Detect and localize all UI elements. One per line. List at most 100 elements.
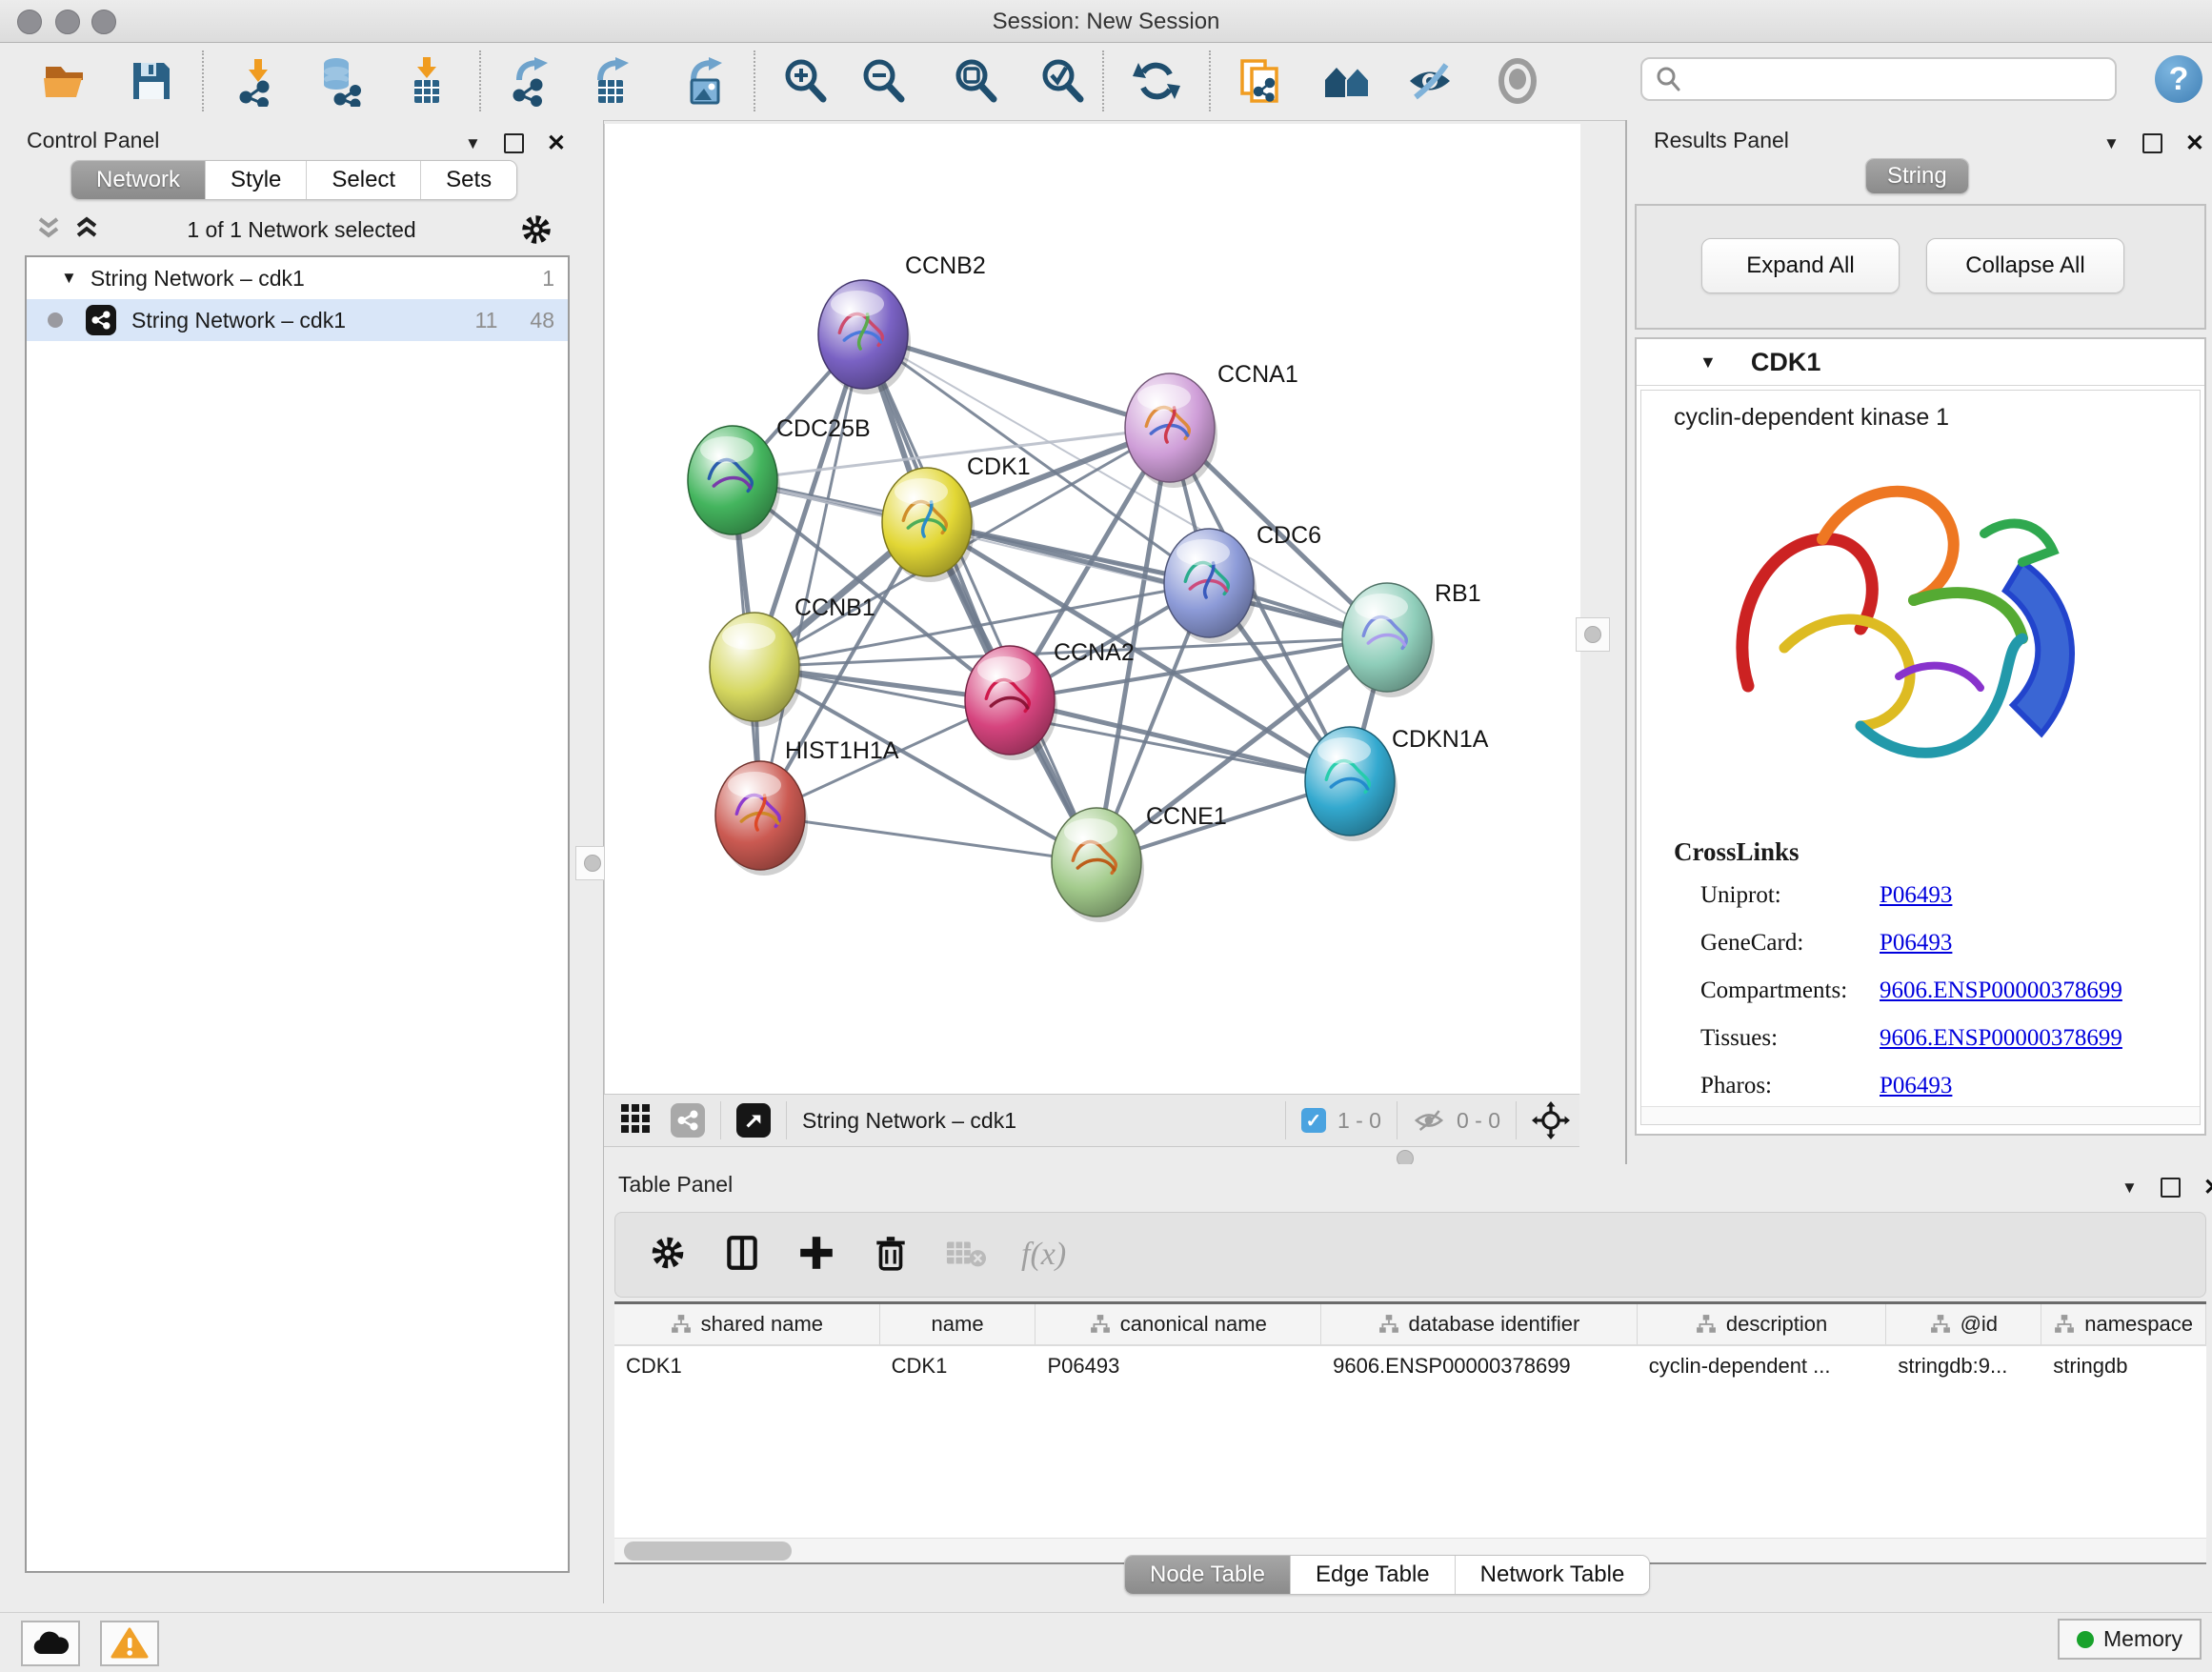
column-header-shared-name[interactable]: shared name	[614, 1304, 880, 1344]
column-header-canonical-name[interactable]: canonical name	[1036, 1304, 1321, 1344]
table-cell[interactable]: CDK1	[880, 1346, 1036, 1386]
panel-collapse-icon[interactable]: ▼	[465, 134, 481, 153]
table-cell[interactable]: stringdb	[2041, 1346, 2206, 1386]
import-network-from-database-button[interactable]	[312, 54, 366, 108]
help-button[interactable]: ?	[2155, 55, 2202, 103]
table-settings-button[interactable]	[648, 1233, 688, 1278]
network-canvas[interactable]: CCNB2CCNA1CDC25BCDK1CDC6RB1CCNB1CCNA2CDK…	[604, 124, 1580, 1094]
toolbar-separator	[1102, 50, 1104, 111]
gene-symbol: CDK1	[1751, 348, 1821, 377]
tab-string[interactable]: String	[1866, 159, 1968, 193]
import-network-button[interactable]	[231, 54, 285, 108]
export-image-icon	[680, 55, 732, 107]
zoom-selected-button[interactable]	[1036, 54, 1089, 108]
column-header--id[interactable]: @id	[1886, 1304, 2041, 1344]
table-cell[interactable]: P06493	[1036, 1346, 1321, 1386]
network-collection-row[interactable]: ▼ String Network – cdk1 1	[27, 257, 568, 299]
node-CCNB2[interactable]: CCNB2	[818, 252, 986, 394]
scrollbar-thumb[interactable]	[624, 1541, 792, 1561]
birdseye-view-button[interactable]	[736, 1103, 771, 1138]
crosslink-link[interactable]: P06493	[1880, 1073, 1952, 1099]
node-CCNE1[interactable]: CCNE1	[1052, 803, 1227, 922]
selected-indicator-checkbox[interactable]: ✓	[1301, 1108, 1326, 1133]
apply-layout-button[interactable]	[1130, 54, 1183, 108]
zoom-in-button[interactable]	[778, 54, 832, 108]
fit-content-crosshair-icon[interactable]	[1532, 1101, 1570, 1139]
table-cell[interactable]: cyclin-dependent ...	[1638, 1346, 1887, 1386]
open-session-button[interactable]	[39, 54, 92, 108]
export-image-button[interactable]	[679, 54, 733, 108]
tree-expand-icon[interactable]: ▼	[61, 269, 77, 288]
tab-select[interactable]: Select	[307, 161, 421, 199]
create-column-button[interactable]	[796, 1233, 836, 1278]
show-glass-effect-button[interactable]	[1491, 54, 1544, 108]
zoom-fit-button[interactable]	[949, 54, 1002, 108]
crosslink-link[interactable]: 9606.ENSP00000378699	[1880, 1025, 2122, 1052]
panel-collapse-icon[interactable]: ▼	[2103, 134, 2120, 153]
show-columns-button[interactable]	[722, 1233, 762, 1278]
gene-section-header[interactable]: ▼ CDK1	[1637, 339, 2204, 386]
section-collapse-icon[interactable]: ▼	[1699, 353, 1717, 373]
crosslink-link[interactable]: 9606.ENSP00000378699	[1880, 977, 2122, 1004]
crosslink-link[interactable]: P06493	[1880, 882, 1952, 909]
node-HIST1H1A[interactable]: HIST1H1A	[715, 737, 899, 876]
panel-float-icon[interactable]	[2142, 133, 2162, 153]
hide-glass-effect-button[interactable]	[1403, 54, 1457, 108]
table-row[interactable]: CDK1CDK1P064939606.ENSP00000378699cyclin…	[614, 1346, 2206, 1386]
grid-mode-button[interactable]	[617, 1100, 654, 1141]
panel-close-icon[interactable]: ✕	[2203, 1174, 2212, 1201]
first-neighbors-button[interactable]	[1320, 54, 1374, 108]
tab-style[interactable]: Style	[206, 161, 307, 199]
right-splitter-handle[interactable]	[1576, 617, 1610, 652]
node-CDKN1A[interactable]: CDKN1A	[1305, 726, 1489, 841]
column-header-database-identifier[interactable]: database identifier	[1321, 1304, 1638, 1344]
function-builder-button[interactable]: f(x)	[1021, 1237, 1066, 1273]
column-header-namespace[interactable]: namespace	[2041, 1304, 2206, 1344]
column-header-name[interactable]: name	[880, 1304, 1036, 1344]
crosslink-row: Pharos:P06493	[1700, 1073, 2200, 1099]
tab-node-table[interactable]: Node Table	[1125, 1556, 1291, 1594]
results-horizontal-scrollbar[interactable]	[1641, 1106, 2200, 1124]
network-panel-options-button[interactable]	[518, 212, 554, 252]
table-cell[interactable]: 9606.ENSP00000378699	[1321, 1346, 1638, 1386]
node-RB1[interactable]: RB1	[1342, 580, 1481, 697]
search-input[interactable]	[1682, 65, 2115, 93]
column-header-description[interactable]: description	[1638, 1304, 1887, 1344]
node-CCNA2[interactable]: CCNA2	[965, 639, 1135, 760]
panel-collapse-icon[interactable]: ▼	[2122, 1178, 2138, 1198]
export-network-button[interactable]	[505, 54, 558, 108]
panel-close-icon[interactable]: ✕	[2185, 130, 2204, 157]
table-cell[interactable]: stringdb:9...	[1886, 1346, 2041, 1386]
clone-network-button[interactable]	[1236, 54, 1289, 108]
memory-button[interactable]: Memory	[2058, 1619, 2202, 1660]
expand-all-button[interactable]: Expand All	[1701, 238, 1900, 293]
network-row[interactable]: String Network – cdk1 11 48	[27, 299, 568, 341]
network-graph[interactable]: CCNB2CCNA1CDC25BCDK1CDC6RB1CCNB1CCNA2CDK…	[605, 124, 1580, 1094]
cloud-status-button[interactable]	[21, 1621, 80, 1666]
edge-CCNB2-CCNE1[interactable]	[863, 334, 1096, 862]
delete-column-button[interactable]	[871, 1233, 911, 1278]
panel-float-icon[interactable]	[504, 133, 524, 153]
import-table-button[interactable]	[400, 54, 453, 108]
warnings-button[interactable]	[100, 1621, 159, 1666]
tab-edge-table[interactable]: Edge Table	[1291, 1556, 1456, 1594]
node-CDK1[interactable]: CDK1	[882, 453, 1031, 582]
node-CDC25B[interactable]: CDC25B	[688, 415, 871, 540]
edge-HIST1H1A-CCNE1[interactable]	[760, 816, 1096, 862]
toolbar-search-field[interactable]	[1640, 57, 2117, 101]
tab-sets[interactable]: Sets	[421, 161, 516, 199]
collapse-all-button[interactable]: Collapse All	[1926, 238, 2124, 293]
tab-network[interactable]: Network	[71, 161, 206, 199]
panel-float-icon[interactable]	[2161, 1178, 2181, 1198]
zoom-out-button[interactable]	[856, 54, 910, 108]
crosslink-link[interactable]: P06493	[1880, 930, 1952, 957]
table-cell[interactable]: CDK1	[614, 1346, 880, 1386]
tab-network-table[interactable]: Network Table	[1456, 1556, 1650, 1594]
node-CDC6[interactable]: CDC6	[1164, 522, 1321, 643]
save-session-button[interactable]	[125, 54, 178, 108]
delete-table-button[interactable]	[945, 1236, 987, 1275]
export-table-button[interactable]	[586, 54, 639, 108]
network-mode-button[interactable]	[671, 1103, 705, 1138]
node-CCNB1[interactable]: CCNB1	[710, 594, 875, 727]
panel-close-icon[interactable]: ✕	[547, 130, 566, 157]
